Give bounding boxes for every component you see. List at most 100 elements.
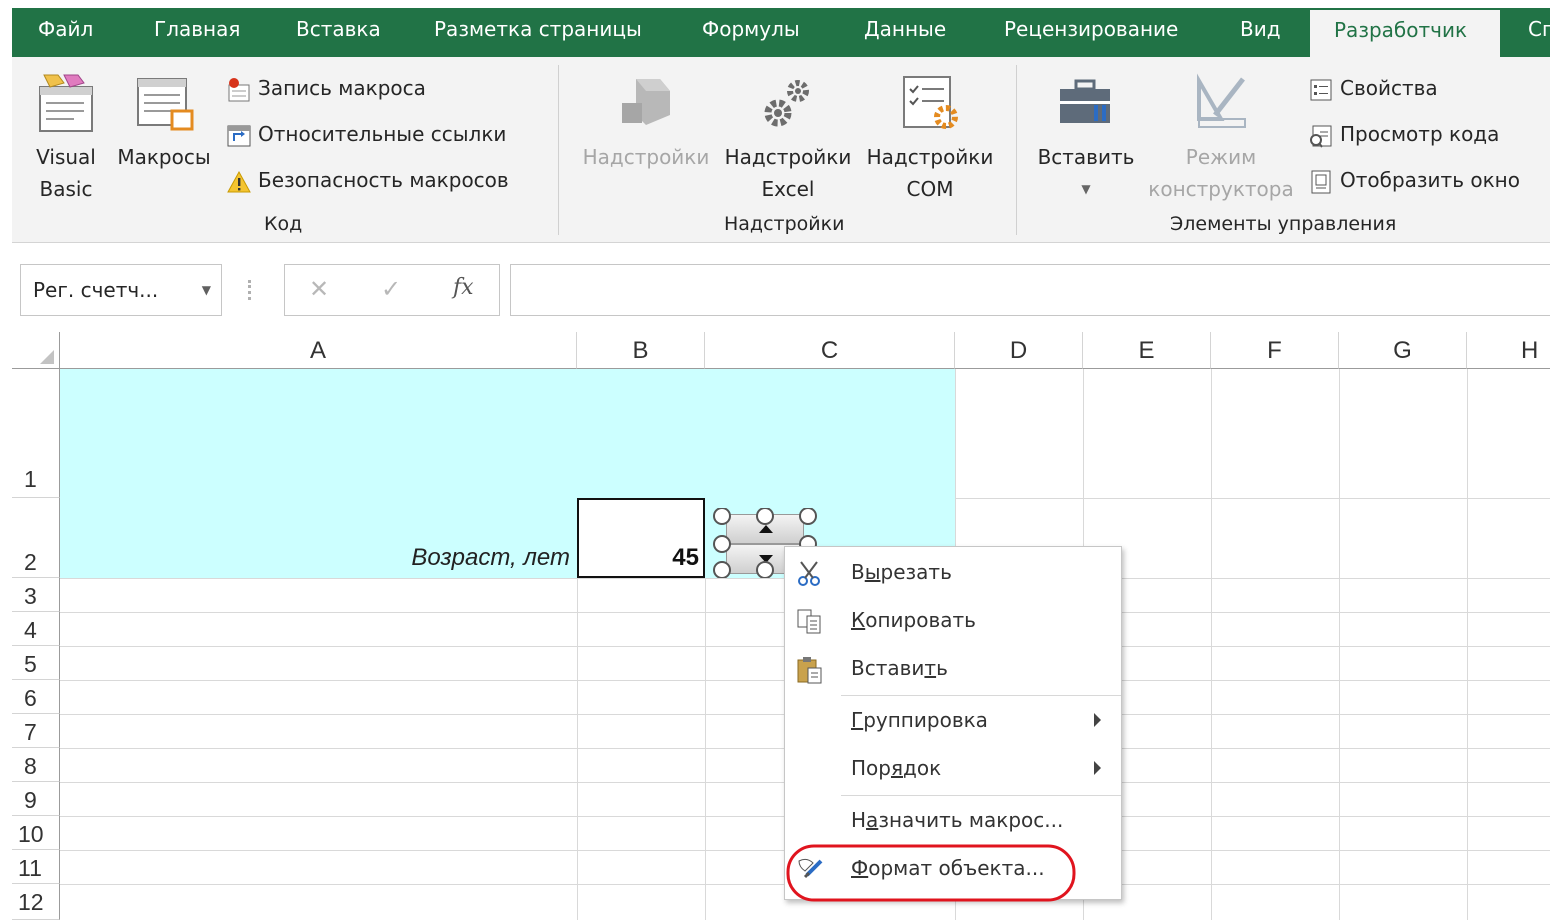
ribbon-separator [1016, 65, 1017, 235]
visual-basic-button[interactable]: Visual Basic [22, 67, 110, 207]
properties-button[interactable]: Свойства [1308, 71, 1438, 105]
column-header-c[interactable]: C [705, 332, 955, 369]
row-header-4[interactable]: 4 [12, 612, 60, 646]
gridline [1339, 369, 1340, 920]
menu-item-copy[interactable]: Копировать [785, 599, 1121, 645]
menu-item-label: Группировка [851, 708, 988, 732]
insert-function-icon[interactable]: fx [453, 275, 474, 300]
properties-label: Свойства [1340, 76, 1438, 100]
row-header-8[interactable]: 8 [12, 748, 60, 782]
row-header-10[interactable]: 10 [12, 816, 60, 850]
paste-icon [797, 657, 822, 684]
tab-home[interactable]: Главная [154, 8, 240, 57]
row-header-1[interactable]: 1 [12, 369, 60, 498]
select-all-corner[interactable] [12, 332, 60, 369]
menu-item-label: Вырезать [851, 560, 952, 584]
menu-item-grouping[interactable]: Группировка [785, 699, 1121, 745]
tab-next-truncated[interactable]: Сп [1528, 8, 1550, 57]
record-macro-icon [228, 77, 250, 101]
formula-bar: Рег. счетч... ▼ ✕ ✓ fx [12, 244, 1550, 330]
relative-references-label: Относительные ссылки [258, 122, 507, 146]
view-code-button[interactable]: Просмотр кода [1308, 117, 1499, 151]
insert-control-label: Вставить [1037, 145, 1135, 169]
com-addins-button[interactable]: Надстройки COM [862, 67, 998, 207]
tab-review[interactable]: Рецензирование [1004, 8, 1178, 57]
cell-a2[interactable]: Возраст, лет [60, 538, 570, 578]
column-header-h[interactable]: H [1467, 332, 1550, 369]
enter-icon[interactable]: ✓ [381, 275, 401, 303]
macro-security-button[interactable]: Безопасность макросов [226, 163, 509, 197]
view-code-label: Просмотр кода [1340, 122, 1500, 146]
cell-b2[interactable]: 45 [577, 498, 705, 578]
design-mode-label-1: Режим [1185, 145, 1257, 169]
row-header-11[interactable]: 11 [12, 850, 60, 884]
scissors-icon [798, 561, 820, 586]
name-box-dropdown-icon[interactable]: ▼ [202, 265, 211, 315]
view-code-icon [1310, 125, 1332, 148]
design-mode-label-2: конструктора [1148, 177, 1294, 201]
design-mode-button[interactable]: Режим конструктора [1146, 67, 1296, 207]
menu-item-label: Вставить [851, 656, 948, 680]
formula-input[interactable] [510, 264, 1550, 316]
name-box[interactable]: Рег. счетч... ▼ [20, 264, 222, 316]
properties-icon [1310, 79, 1332, 100]
gridline [1467, 369, 1468, 920]
row-header-12[interactable]: 12 [12, 884, 60, 920]
excel-addins-label-1: Надстройки [724, 145, 852, 169]
column-header-f[interactable]: F [1211, 332, 1339, 369]
insert-control-button[interactable]: Вставить ▼ [1030, 67, 1142, 207]
ribbon-tab-bar: Файл Главная Вставка Разметка страницы Ф… [12, 8, 1550, 57]
column-header-e[interactable]: E [1083, 332, 1211, 369]
tab-insert[interactable]: Вставка [296, 8, 381, 57]
cancel-icon[interactable]: ✕ [309, 275, 329, 303]
row-header-2[interactable]: 2 [12, 498, 60, 578]
com-addins-icon [903, 76, 958, 129]
row-header-9[interactable]: 9 [12, 782, 60, 816]
menu-item-label: Копировать [851, 608, 976, 632]
macros-icon [137, 78, 194, 131]
ribbon-separator [558, 65, 559, 235]
gridline [577, 578, 578, 920]
row-header-3[interactable]: 3 [12, 578, 60, 612]
macros-label: Макросы [117, 145, 211, 169]
com-addins-label-1: Надстройки [866, 145, 994, 169]
row-header-6[interactable]: 6 [12, 680, 60, 714]
run-dialog-label: Отобразить окно [1340, 168, 1520, 192]
menu-separator [841, 795, 1121, 796]
macro-security-label: Безопасность макросов [258, 168, 509, 192]
excel-addins-button[interactable]: Надстройки Excel [720, 67, 856, 207]
tab-developer[interactable]: Разработчик [1310, 10, 1500, 57]
column-header-b[interactable]: B [577, 332, 705, 369]
menu-separator [841, 695, 1121, 696]
formula-bar-grip-icon [248, 280, 252, 300]
tab-page-layout[interactable]: Разметка страницы [434, 8, 642, 57]
row-header-7[interactable]: 7 [12, 714, 60, 748]
column-header-d[interactable]: D [955, 332, 1083, 369]
tab-file[interactable]: Файл [38, 8, 93, 57]
format-object-icon [798, 858, 823, 879]
visual-basic-icon [39, 74, 93, 132]
menu-item-cut[interactable]: Вырезать [785, 551, 1121, 597]
tab-view[interactable]: Вид [1240, 8, 1281, 57]
menu-item-assign-macro[interactable]: Назначить макрос... [785, 799, 1121, 845]
column-header-g[interactable]: G [1339, 332, 1467, 369]
addins-icon [622, 79, 670, 125]
group-label-addins: Надстройки [724, 213, 845, 235]
record-macro-button[interactable]: Запись макроса [226, 71, 426, 105]
formula-buttons: ✕ ✓ fx [284, 264, 500, 316]
design-mode-icon [1197, 73, 1246, 128]
column-header-a[interactable]: A [60, 332, 577, 369]
macros-button[interactable]: Макросы [112, 67, 216, 207]
menu-item-format-object[interactable]: Формат объекта... [785, 847, 1121, 893]
com-addins-label-2: COM [906, 177, 954, 201]
row-header-5[interactable]: 5 [12, 646, 60, 680]
tab-data[interactable]: Данные [864, 8, 946, 57]
run-dialog-button[interactable]: Отобразить окно [1308, 163, 1520, 197]
tab-formulas[interactable]: Формулы [702, 8, 800, 57]
relative-references-button[interactable]: Относительные ссылки [226, 117, 506, 151]
addins-button[interactable]: Надстройки [578, 67, 714, 207]
menu-item-paste[interactable]: Вставить [785, 647, 1121, 693]
submenu-arrow-icon [1094, 713, 1101, 727]
menu-item-label: Назначить макрос... [851, 808, 1064, 832]
menu-item-order[interactable]: Порядок [785, 747, 1121, 793]
